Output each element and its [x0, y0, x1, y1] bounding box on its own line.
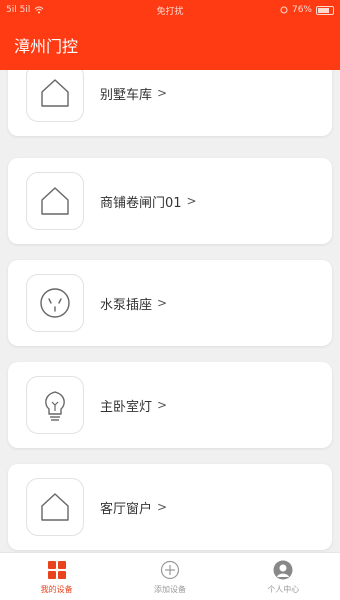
signal-indicators: 5il 5il [6, 5, 116, 15]
status-bar: 5il 5il 免打扰 76% [0, 0, 340, 20]
device-card[interactable]: 别墅车库 > [8, 70, 332, 136]
battery-icon [316, 5, 334, 15]
house-icon [41, 187, 69, 215]
house-icon [41, 79, 69, 107]
device-list[interactable]: 别墅车库 > 商铺卷闸门01 > 水泵插座 > 主卧室灯 > 客厅窗户 > [0, 70, 340, 552]
device-thumb [26, 70, 84, 122]
wifi-icon [34, 6, 44, 14]
tab-my-devices[interactable]: 我的设备 [0, 553, 113, 600]
plus-circle-icon [159, 559, 181, 581]
chevron-right-icon: > [157, 296, 168, 310]
device-thumb [26, 172, 84, 230]
device-label: 主卧室灯 [100, 399, 153, 415]
device-card[interactable]: 主卧室灯 > [8, 362, 332, 448]
device-label: 客厅窗户 [100, 501, 153, 517]
device-label: 别墅车库 [100, 87, 153, 103]
grid-icon [46, 559, 68, 581]
tab-label: 我的设备 [40, 584, 73, 594]
socket-icon [40, 288, 70, 318]
device-card[interactable]: 客厅窗户 > [8, 464, 332, 550]
page-title: 漳州门控 [14, 37, 79, 56]
device-card[interactable]: 商铺卷闸门01 > [8, 158, 332, 244]
device-thumb [26, 376, 84, 434]
tab-profile[interactable]: 个人中心 [227, 553, 340, 600]
tab-label: 个人中心 [267, 584, 300, 594]
bottom-tab-bar: 我的设备 添加设备 个人中心 [0, 552, 340, 600]
tab-label: 添加设备 [153, 584, 186, 594]
battery-percent: 76% [291, 5, 312, 15]
device-thumb [26, 274, 84, 332]
chevron-right-icon: > [157, 500, 168, 514]
app-header: 漳州门控 [0, 20, 340, 70]
chevron-right-icon: > [157, 86, 168, 100]
device-label: 商铺卷闸门01 [100, 195, 182, 211]
house-icon [41, 493, 69, 521]
dnd-status: 免打扰 [156, 6, 184, 17]
bulb-icon [45, 391, 65, 421]
alarm-icon [280, 6, 288, 14]
chevron-right-icon: > [186, 194, 197, 208]
status-right: 76% [224, 5, 334, 15]
signal-text: 5il 5il [6, 5, 31, 15]
tab-add-device[interactable]: 添加设备 [113, 553, 226, 600]
device-card[interactable]: 水泵插座 > [8, 260, 332, 346]
device-label: 水泵插座 [100, 297, 153, 313]
user-avatar-icon [272, 559, 294, 581]
chevron-right-icon: > [157, 398, 168, 412]
device-thumb [26, 478, 84, 536]
